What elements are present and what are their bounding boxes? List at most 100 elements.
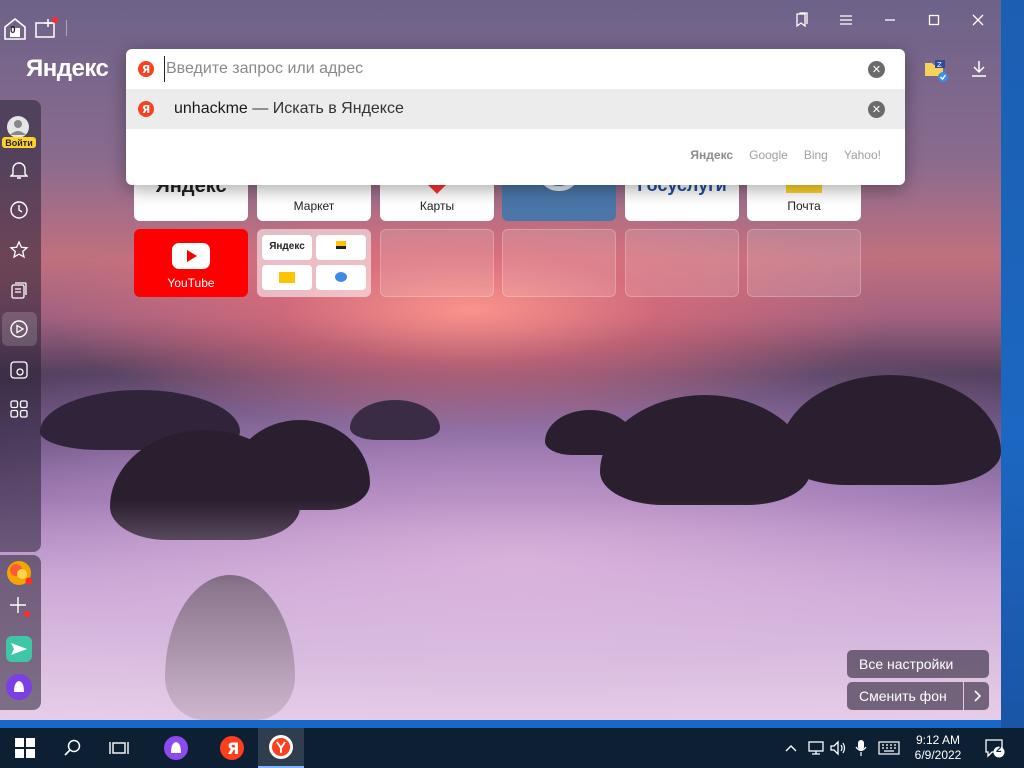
bookmarks-button[interactable] [8,239,30,261]
tab-manager-button[interactable]: 0 [2,16,28,42]
profile-button[interactable] [7,116,29,138]
taskbar-yandex-browser[interactable] [258,728,304,768]
task-view-icon [109,742,129,754]
all-settings-button[interactable]: Все настройки [847,650,989,678]
close-icon: ✕ [871,103,882,116]
microphone-icon [855,740,867,756]
login-badge[interactable]: Войти [2,137,36,148]
group-tile-mail [262,265,312,290]
taskbar-clock[interactable]: 9:12 AM 6/9/2022 [908,733,968,763]
history-button[interactable] [8,199,30,221]
downloads-button[interactable] [968,58,990,80]
alice-icon [164,736,188,760]
group-tile-weather [316,265,366,290]
task-view-button[interactable] [106,728,132,768]
grid-icon [10,400,28,418]
keyboard-button[interactable] [876,728,902,768]
user-avatar-icon [7,116,29,138]
yandex-logo[interactable]: Яндекс [26,55,109,83]
engine-google[interactable]: Google [749,148,788,162]
tile-empty[interactable] [747,229,861,297]
group-tile-yandex-label: Яндекс [269,241,305,252]
add-app-button[interactable] [8,595,30,617]
messenger-app-button[interactable] [5,635,33,663]
alice-button[interactable] [5,673,33,701]
taskbar-yandex[interactable]: Я [218,728,246,768]
play-circle-icon [10,320,28,338]
keyboard-icon [878,741,900,755]
speaker-icon [830,740,846,756]
maximize-button[interactable] [922,6,946,34]
taskbar: Я 2 [0,728,1024,768]
bell-icon [10,162,28,179]
engine-yandex[interactable]: Яндекс [690,148,733,162]
remove-suggestion-button[interactable]: ✕ [868,101,885,118]
tile-empty[interactable] [380,229,494,297]
tile-youtube[interactable]: YouTube [134,229,248,297]
change-background-button[interactable]: Сменить фон [847,682,963,710]
taskbar-alice[interactable] [162,728,190,768]
tab-counter: 0 [10,25,16,36]
engine-bing[interactable]: Bing [804,148,828,162]
bookmark-panel-icon [796,12,808,28]
action-center-button[interactable]: 2 [980,728,1010,768]
collections-button[interactable]: Z [924,58,948,82]
omnibox-input-row: Я ✕ [126,49,905,89]
tile-group-yandex[interactable]: Яндекс [257,229,371,297]
microphone-button[interactable] [852,728,870,768]
folder-collections-icon: Z [925,60,948,82]
tray-overflow-button[interactable] [782,728,800,768]
star-icon [9,240,29,259]
tile-empty[interactable] [502,229,616,297]
screenshot-button[interactable] [8,359,30,381]
omnibox-dropdown: Я ✕ Я unhackme — Искать в Яндексе ✕ Янде… [126,49,905,185]
clock-time: 9:12 AM [915,733,961,747]
close-window-button[interactable] [966,6,990,34]
download-icon [972,61,986,77]
bookmarks-panel-button[interactable] [790,6,814,34]
suggestion-text: unhackme — Искать в Яндексе [174,100,404,118]
games-app-button[interactable] [6,560,32,586]
suggestion-item[interactable]: Я unhackme — Искать в Яндексе ✕ [126,89,905,129]
youtube-play-icon [172,243,210,269]
games-app-icon [7,561,32,585]
minimize-button[interactable] [878,6,902,34]
close-icon [972,14,984,26]
network-button[interactable] [806,728,826,768]
new-tab-icon [35,17,58,38]
services-button[interactable] [8,398,30,420]
tab-separator [66,20,67,36]
tile-label: Карты [419,199,455,213]
collections-sidebar-button[interactable] [8,279,30,301]
browser-window: 0 Яндекс Z Войти Яндекс Маркет Карты Гос… [0,0,1001,720]
yandex-browser-icon [269,735,293,759]
new-tab-button[interactable] [34,16,60,40]
start-button[interactable] [10,728,40,768]
address-bar-input[interactable] [164,56,854,82]
plus-icon [10,597,30,617]
windows-icon [15,738,35,758]
search-engine-list: Яндекс Google Bing Yahoo! [690,148,881,162]
clock-date: 6/9/2022 [914,748,962,762]
notifications-button[interactable] [8,159,30,181]
maximize-icon [928,14,940,26]
suggestion-suffix: — Искать в Яндексе [247,100,404,117]
clear-input-button[interactable]: ✕ [868,61,885,78]
disk-icon [336,241,346,249]
group-tile-disk [316,235,366,260]
search-button[interactable] [60,728,86,768]
next-background-button[interactable] [964,682,989,710]
tile-label: Маркет [293,199,335,213]
video-button[interactable] [8,318,30,340]
engine-yahoo[interactable]: Yahoo! [844,148,881,162]
weather-icon [335,272,347,282]
suggestion-query: unhackme [174,100,248,117]
svg-text:Я: Я [227,739,239,758]
network-icon [808,741,824,755]
volume-button[interactable] [828,728,848,768]
svg-text:Z: Z [937,61,942,69]
alice-icon [6,674,32,700]
tile-empty[interactable] [625,229,739,297]
menu-button[interactable] [834,6,858,34]
sidebar: Войти [0,100,41,552]
